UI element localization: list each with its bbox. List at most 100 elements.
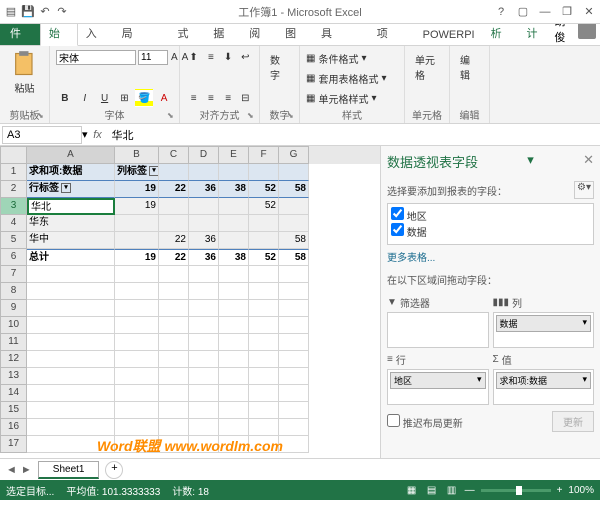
row-header-8[interactable]: 8	[0, 283, 27, 300]
cell[interactable]	[27, 317, 115, 334]
filter-drop-area[interactable]	[387, 312, 489, 348]
col-header-f[interactable]: F	[249, 146, 279, 164]
font-name-combo[interactable]	[56, 50, 136, 65]
row-header-11[interactable]: 11	[0, 334, 27, 351]
cell[interactable]	[189, 266, 219, 283]
row-header-10[interactable]: 10	[0, 317, 27, 334]
row-header-4[interactable]: 4	[0, 215, 27, 232]
field-checkbox-region[interactable]	[391, 207, 404, 220]
cell[interactable]: 列标签▾	[115, 164, 159, 181]
editing-button[interactable]: 编辑	[456, 48, 483, 84]
fill-color-button[interactable]: 🪣	[135, 89, 153, 107]
cell[interactable]	[159, 266, 189, 283]
name-box[interactable]	[2, 126, 82, 144]
cell[interactable]	[159, 317, 189, 334]
cell[interactable]	[159, 164, 189, 181]
align-top-icon[interactable]: ⬆	[186, 48, 201, 66]
col-header-g[interactable]: G	[279, 146, 309, 164]
cell[interactable]	[27, 368, 115, 385]
table-format-button[interactable]: ▦套用表格格式▾	[306, 68, 398, 88]
cell[interactable]	[249, 300, 279, 317]
col-header-a[interactable]: A	[27, 146, 115, 164]
cells-button[interactable]: 单元格	[411, 48, 443, 84]
fx-button[interactable]: fx	[88, 129, 108, 141]
cell[interactable]	[219, 436, 249, 453]
col-header-e[interactable]: E	[219, 146, 249, 164]
cell[interactable]: 36	[189, 249, 219, 266]
cell[interactable]	[219, 385, 249, 402]
cell[interactable]	[279, 164, 309, 181]
merge-button[interactable]: ⊟	[238, 89, 253, 107]
cell[interactable]: 52	[249, 198, 279, 215]
cell[interactable]	[189, 436, 219, 453]
cell[interactable]: 38	[219, 249, 249, 266]
view-break-icon[interactable]: ▥	[445, 483, 459, 497]
columns-drop-area[interactable]: 数据▾	[493, 312, 595, 348]
row-header-7[interactable]: 7	[0, 266, 27, 283]
cell[interactable]	[115, 232, 159, 249]
cell-style-button[interactable]: ▦单元格样式▾	[306, 88, 398, 108]
row-header-13[interactable]: 13	[0, 368, 27, 385]
field-item-region[interactable]: 地区	[391, 207, 590, 223]
cell[interactable]	[115, 368, 159, 385]
cell[interactable]	[159, 402, 189, 419]
cell[interactable]: 22	[159, 249, 189, 266]
cell[interactable]	[219, 368, 249, 385]
font-size-combo[interactable]	[138, 50, 168, 65]
number-launcher[interactable]: ⬊	[287, 111, 297, 121]
cell[interactable]	[189, 385, 219, 402]
cell[interactable]	[115, 300, 159, 317]
cell[interactable]	[219, 283, 249, 300]
cell[interactable]: 58	[279, 181, 309, 198]
cell[interactable]	[249, 266, 279, 283]
cell[interactable]	[115, 283, 159, 300]
cell[interactable]	[189, 317, 219, 334]
row-header-6[interactable]: 6	[0, 249, 27, 266]
cell[interactable]	[159, 385, 189, 402]
cell[interactable]	[249, 385, 279, 402]
zoom-in-icon[interactable]: +	[557, 485, 563, 496]
cell[interactable]	[27, 266, 115, 283]
ribbon-display-icon[interactable]: ▢	[516, 5, 530, 19]
field-checkbox-data[interactable]	[391, 223, 404, 236]
bold-button[interactable]: B	[56, 89, 74, 107]
view-layout-icon[interactable]: ▤	[425, 483, 439, 497]
cell[interactable]: 行标签▾	[27, 181, 115, 198]
cell[interactable]	[159, 436, 189, 453]
cell[interactable]	[249, 215, 279, 232]
cell[interactable]	[27, 419, 115, 436]
cell[interactable]	[189, 351, 219, 368]
cell[interactable]	[115, 351, 159, 368]
cell[interactable]	[219, 215, 249, 232]
cell[interactable]	[115, 436, 159, 453]
chevron-down-icon[interactable]: ▾	[527, 152, 534, 171]
cell[interactable]: 58	[279, 249, 309, 266]
cell[interactable]	[219, 351, 249, 368]
align-bottom-icon[interactable]: ⬇	[221, 48, 236, 66]
sheet-tab-1[interactable]: Sheet1	[38, 461, 100, 479]
cell[interactable]: 36	[189, 181, 219, 198]
underline-button[interactable]: U	[96, 89, 114, 107]
cell[interactable]	[189, 402, 219, 419]
zoom-out-icon[interactable]: ―	[465, 485, 475, 496]
cell[interactable]	[279, 419, 309, 436]
cell[interactable]	[159, 198, 189, 215]
row-header-2[interactable]: 2	[0, 181, 27, 198]
cell[interactable]	[189, 300, 219, 317]
clipboard-launcher[interactable]: ⬊	[37, 111, 47, 121]
cell[interactable]: 19	[115, 198, 159, 215]
cell[interactable]	[189, 334, 219, 351]
cell[interactable]	[249, 436, 279, 453]
cell[interactable]: 38	[219, 181, 249, 198]
cell[interactable]	[219, 402, 249, 419]
close-pane-icon[interactable]: ✕	[583, 152, 594, 171]
cell[interactable]	[115, 334, 159, 351]
align-right-icon[interactable]: ≡	[221, 89, 236, 107]
cell[interactable]	[159, 215, 189, 232]
col-header-b[interactable]: B	[115, 146, 159, 164]
view-normal-icon[interactable]: ▦	[405, 483, 419, 497]
row-header-5[interactable]: 5	[0, 232, 27, 249]
col-header-d[interactable]: D	[189, 146, 219, 164]
cell[interactable]: 58	[279, 232, 309, 249]
row-header-1[interactable]: 1	[0, 164, 27, 181]
